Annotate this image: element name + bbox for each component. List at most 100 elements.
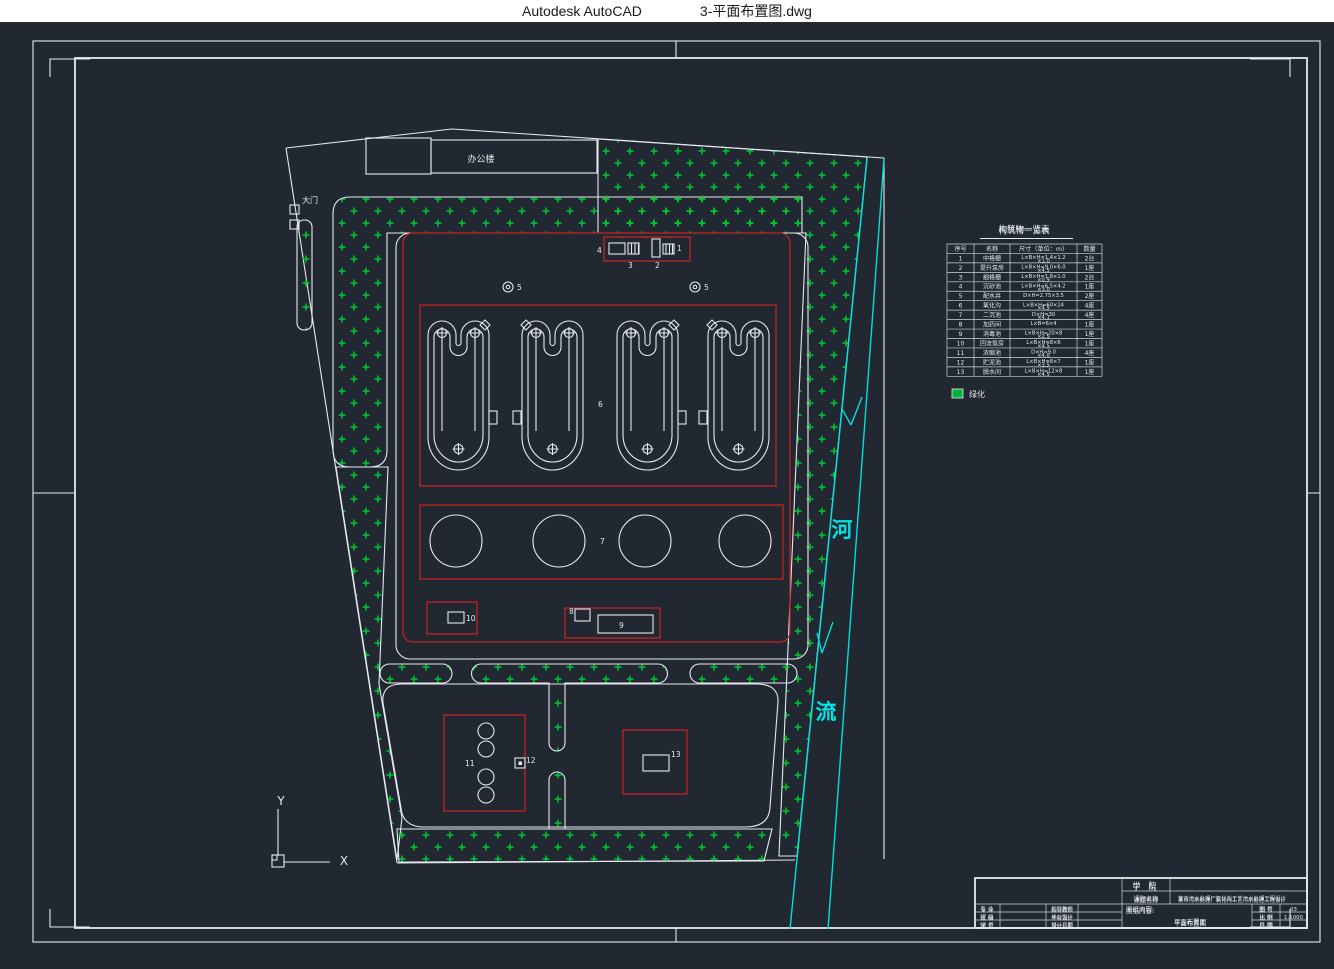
aerator-cross-icon xyxy=(436,327,448,339)
table-cell-qty: 1座 xyxy=(1085,330,1095,338)
table-header: 名称 xyxy=(986,245,998,253)
date-row-label-ghost: 设计日期 xyxy=(1051,922,1073,930)
distribution-well xyxy=(503,282,700,292)
sludge-storage xyxy=(515,758,525,768)
table-cell-qty: 2台 xyxy=(1085,254,1095,262)
label-12: 12 xyxy=(526,756,536,765)
label-6: 6 xyxy=(598,400,603,409)
aerator-cross-icon xyxy=(625,327,637,339)
table-cell-no: 1 xyxy=(959,255,963,262)
outlet-tab xyxy=(489,411,497,424)
ditch-inner-wall xyxy=(434,329,483,462)
table-cell-no: 9 xyxy=(959,331,963,338)
table-cell-no: 6 xyxy=(959,303,963,310)
oxidation-ditch xyxy=(513,320,583,470)
table-cell-qty: 1座 xyxy=(1085,321,1095,329)
axis-y-label: Y xyxy=(276,794,285,808)
table-header: 数量 xyxy=(1083,245,1095,253)
ditch-channel-divider xyxy=(631,338,664,431)
table-cell-dims: ×4.5 xyxy=(1037,372,1050,378)
drawing-canvas[interactable]: 办公楼 大门 xyxy=(0,23,1334,969)
ditch-inner-wall xyxy=(623,329,672,462)
table-cell-qty: 1座 xyxy=(1085,368,1095,376)
app-title: Autodesk AutoCAD xyxy=(522,3,642,19)
structures xyxy=(428,239,771,803)
ditch-channel-divider xyxy=(722,338,755,431)
greenery-hatch-layer xyxy=(297,139,867,862)
table-cell-name: 消毒池 xyxy=(983,330,1001,338)
table-cell-name: 细格栅 xyxy=(983,273,1001,281)
drawno-label-ghost: 图 号 xyxy=(1259,906,1273,914)
school-label-ghost: 学 院 xyxy=(1133,881,1159,891)
content-value-ghost: 平面布置图 xyxy=(1174,918,1206,927)
ucs-icon: Y X xyxy=(272,794,348,868)
dewatering-room xyxy=(643,755,669,771)
label-3: 3 xyxy=(628,261,633,270)
aerator-cross-icon xyxy=(547,443,559,455)
table-cell-qty: 4座 xyxy=(1085,302,1095,310)
hatch-strip-2 xyxy=(472,664,668,751)
scale-label-ghost: 比 例 xyxy=(1259,914,1273,922)
table-cell-qty: 2台 xyxy=(1085,273,1095,281)
legend: 绿化 xyxy=(952,389,985,399)
dewatering-area xyxy=(623,730,687,794)
table-cell-name: 加药间 xyxy=(983,321,1001,329)
river-label-2: 流 xyxy=(816,700,837,724)
date-label-ghost: 日 期 xyxy=(1259,923,1273,930)
table-cell-name: 脱水间 xyxy=(983,368,1001,376)
label-7: 7 xyxy=(600,537,605,546)
office-label: 办公楼 xyxy=(467,153,494,165)
label-2: 2 xyxy=(655,261,660,270)
oxidation-ditch-area xyxy=(420,305,776,486)
table-cell-name: 二沉池 xyxy=(983,311,1001,319)
return-pump-house xyxy=(448,612,464,623)
main-process-area xyxy=(403,233,790,642)
aerator-cross-icon xyxy=(658,327,670,339)
aerator-cross-icon xyxy=(469,327,481,339)
window-titlebar: Autodesk AutoCAD 3-平面布置图.dwg xyxy=(0,0,1334,23)
project-label-ghost: 课题名称 xyxy=(1134,896,1159,904)
table-cell-qty: 1座 xyxy=(1085,283,1095,291)
aerator-cross-icon xyxy=(716,327,728,339)
label-11: 11 xyxy=(465,759,475,768)
class-label-ghost: 班 级 xyxy=(980,914,994,922)
aerator-cross-icon xyxy=(530,327,542,339)
table-cell-name: 氧化沟 xyxy=(983,302,1001,310)
table-cell-qty: 1座 xyxy=(1085,264,1095,272)
hatch-strip-1 xyxy=(380,664,452,683)
dosing-room xyxy=(575,609,590,621)
outlet-tab xyxy=(678,411,686,424)
content-label-ghost: 图纸内容: xyxy=(1126,906,1154,915)
ditch-channel-divider xyxy=(536,338,569,431)
outlet-tab xyxy=(699,411,707,424)
thickener-area xyxy=(444,715,525,811)
table-cell-qty: 2座 xyxy=(1085,292,1095,300)
table-cell-no: 2 xyxy=(959,265,963,272)
ditch-channel-divider xyxy=(442,338,475,431)
red-outlines xyxy=(403,233,790,811)
advisor-label-ghost: 指导教师 xyxy=(1051,906,1073,914)
table-cell-qty: 1座 xyxy=(1085,358,1095,366)
table-cell-dims: L×B=6×4 xyxy=(1030,321,1057,327)
structures-table: 构筑物一览表 序号名称尺寸（单位：m）数量1中格栅L×B×H=1.4×1.2×1… xyxy=(947,224,1102,378)
table-cell-no: 8 xyxy=(959,322,963,329)
scale-value: 1:1000 xyxy=(1284,915,1304,921)
aerator-cross-icon xyxy=(453,443,465,455)
drawno-value: 03 xyxy=(1290,907,1297,913)
oxidation-ditch xyxy=(617,320,686,470)
table-cell-no: 10 xyxy=(957,340,965,347)
table-cell-no: 13 xyxy=(957,369,965,376)
label-8: 8 xyxy=(569,607,574,616)
thesis-label-ghost: 毕业设计 xyxy=(1051,914,1073,922)
table-cell-no: 12 xyxy=(957,359,965,366)
project-value-ghost: 某市污水处理厂氧化沟工艺污水处理工程设计 xyxy=(1178,896,1286,904)
table-cell-no: 3 xyxy=(959,274,963,281)
table-cell-qty: 4座 xyxy=(1085,349,1095,357)
table-cells: 序号名称尺寸（单位：m）数量1中格栅L×B×H=1.4×1.2×1.02台2提升… xyxy=(954,245,1095,378)
label-9: 9 xyxy=(619,621,624,630)
aerator-cross-icon xyxy=(563,327,575,339)
aerator-cross-icon xyxy=(642,443,654,455)
student-id-label-ghost: 学 号 xyxy=(980,922,994,930)
title-block: 学 院 课题名称 某市污水处理厂氧化沟工艺污水处理工程设计 图纸内容: 平面布置… xyxy=(975,878,1307,930)
table-cell-dims: D×H=2.75×3.5 xyxy=(1023,293,1064,299)
